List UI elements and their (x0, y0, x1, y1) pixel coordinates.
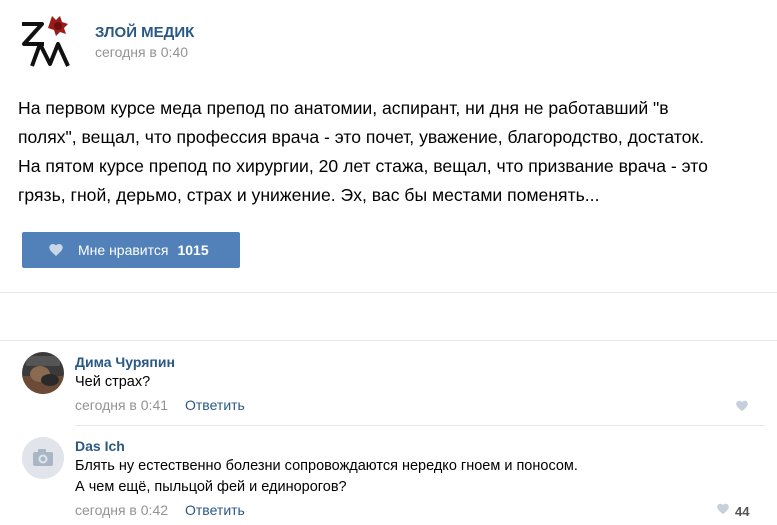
comment-like-count: 44 (735, 504, 750, 519)
comment-author[interactable]: Das Ich (75, 438, 125, 454)
post-text-line: На пятом курсе препод по хирургии, 20 ле… (18, 156, 708, 176)
post-header: ЗЛОЙ МЕДИК сегодня в 0:40 (18, 14, 758, 70)
post-text-line: грязь, гной, дерьмо, страх и унижение. Э… (18, 185, 600, 205)
comment-like-button[interactable]: 44 (716, 502, 749, 521)
heart-icon (735, 399, 749, 418)
like-label: Мне нравится (78, 242, 169, 258)
heart-icon (716, 502, 730, 521)
post-timestamp[interactable]: сегодня в 0:40 (95, 44, 188, 60)
comment-timestamp[interactable]: сегодня в 0:41 (75, 397, 168, 413)
post-text-line: полях", вещал, что профессия врача - это… (18, 127, 704, 147)
post-text-line: На первом курсе меда препод по анатомии,… (18, 98, 669, 118)
avatar[interactable] (22, 437, 64, 479)
comment-text: А чем ещё, пыльцой фей и единорогов? (75, 479, 347, 495)
avatar[interactable] (22, 352, 64, 394)
zm-logo-icon (22, 16, 70, 67)
divider (0, 292, 777, 293)
divider (0, 340, 777, 341)
divider (75, 425, 765, 426)
heart-icon (48, 242, 64, 258)
like-button[interactable]: Мне нравится 1015 (22, 232, 240, 268)
group-logo[interactable] (18, 14, 74, 70)
reply-button[interactable]: Ответить (185, 502, 245, 518)
comment-like-button[interactable] (735, 399, 749, 418)
camera-icon (22, 437, 64, 479)
comment-text: Чей страх? (75, 374, 151, 390)
comment-text: Блять ну естественно болезни сопровождаю… (75, 458, 578, 474)
reply-button[interactable]: Ответить (185, 397, 245, 413)
comment-author[interactable]: Дима Чуряпин (75, 354, 175, 370)
comment-timestamp[interactable]: сегодня в 0:42 (75, 502, 168, 518)
post-text: На первом курсе меда препод по анатомии,… (18, 94, 758, 210)
like-count: 1015 (177, 242, 209, 258)
group-name[interactable]: ЗЛОЙ МЕДИК (95, 24, 194, 41)
